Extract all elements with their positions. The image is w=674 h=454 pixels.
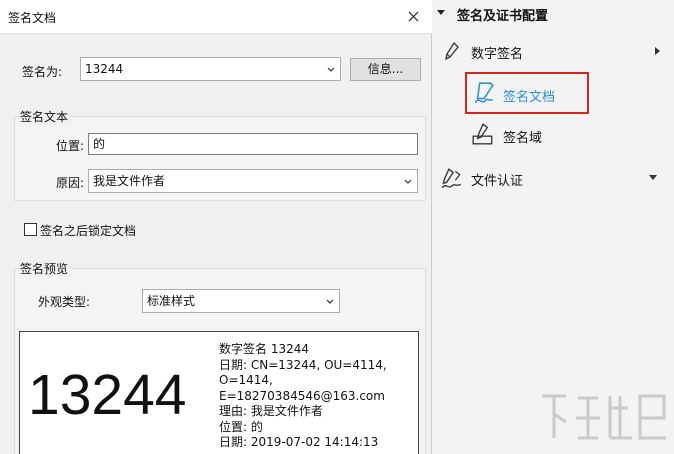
sign-as-label: 签名为:	[22, 65, 63, 79]
reason-select[interactable]: 我是文件作者	[88, 169, 418, 193]
triangle-down-icon	[649, 175, 657, 180]
location-value: 的	[93, 137, 106, 151]
nav-signature-field[interactable]: 签名域	[471, 120, 621, 150]
dialog-titlebar: 签名文档	[0, 0, 432, 34]
reason-label: 原因:	[56, 176, 85, 190]
close-icon	[408, 11, 418, 21]
preview-line: 日期: 2019-07-02 14:14:13	[219, 435, 379, 449]
signature-field-icon	[472, 123, 493, 145]
preview-line: O=1414,	[219, 373, 273, 387]
appearance-type-label: 外观类型:	[38, 295, 91, 309]
lock-after-sign-checkbox[interactable]	[24, 223, 37, 236]
sign-as-value: 13244	[85, 62, 124, 76]
nav-digital-signature[interactable]: 数字签名	[441, 36, 673, 66]
triangle-down-icon	[437, 10, 445, 15]
location-label: 位置:	[56, 139, 85, 153]
chevron-down-icon	[327, 67, 335, 72]
nav-sign-document-label: 签名文档	[503, 90, 556, 105]
pane-header[interactable]: 签名及证书配置	[433, 0, 674, 28]
reason-value: 我是文件作者	[93, 174, 166, 188]
info-button[interactable]: 信息...	[350, 58, 421, 81]
pen-nib-icon	[445, 41, 459, 61]
preview-line: E=18270384546@163.com	[219, 388, 385, 403]
preview-line: 位置: 的	[219, 419, 263, 434]
chevron-down-icon	[326, 299, 334, 304]
signature-certificate-pane: 签名及证书配置 数字签名 签名文档 签名域 文件认证	[433, 0, 674, 454]
nav-digital-signature-label: 数字签名	[471, 47, 524, 62]
nav-certify-document-label: 文件认证	[471, 174, 524, 189]
close-button[interactable]	[402, 5, 424, 27]
lock-after-sign-label[interactable]: 签名之后锁定文档	[40, 222, 136, 239]
sign-text-group-title: 签名文本	[20, 108, 73, 125]
appearance-type-value: 标准样式	[147, 294, 196, 308]
sign-document-icon	[474, 82, 494, 104]
preview-line: 数字签名 13244	[219, 342, 309, 356]
dialog-title: 签名文档	[8, 11, 57, 25]
preview-group-title: 签名预览	[20, 260, 73, 277]
sign-as-select[interactable]: 13244	[80, 57, 341, 81]
signature-preview: 13244 数字签名 13244 日期: CN=13244, OU=4114, …	[19, 331, 419, 454]
preview-line: 日期: CN=13244, OU=4114,	[219, 357, 387, 372]
pane-title: 签名及证书配置	[457, 9, 549, 24]
watermark-logo	[542, 394, 666, 440]
sign-document-dialog: 签名文档 签名为: 13244 信息... 签名文本 位置: 的 原因: 我是文…	[0, 0, 432, 454]
preview-line: 理由: 我是文件作者	[219, 404, 323, 418]
certify-document-icon	[441, 168, 462, 189]
preview-big-name: 13244	[28, 363, 187, 427]
triangle-right-icon	[655, 47, 660, 55]
nav-signature-field-label: 签名域	[503, 131, 543, 146]
location-input[interactable]: 的	[88, 133, 418, 155]
nav-sign-document[interactable]: 签名文档	[471, 79, 621, 109]
appearance-type-select[interactable]: 标准样式	[142, 289, 340, 313]
chevron-down-icon	[404, 179, 412, 184]
nav-certify-document[interactable]: 文件认证	[439, 163, 671, 193]
